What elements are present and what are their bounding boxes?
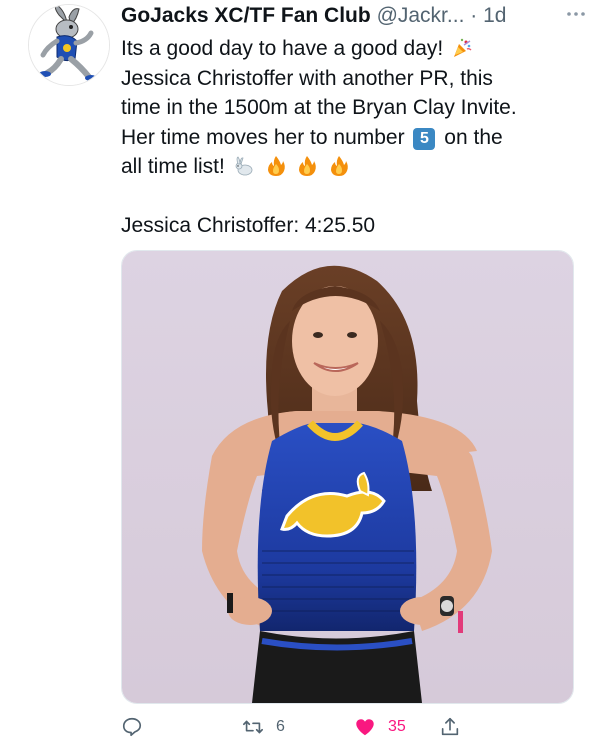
separator-dot: ·	[470, 4, 478, 27]
tweet-line-2: Jessica Christoffer with another PR, thi…	[121, 66, 493, 90]
tweet-text-segment: Its a good day to have a good day!	[121, 37, 444, 60]
keycap-number-emoji: 5	[413, 127, 436, 150]
user-handle[interactable]: @Jackr...	[377, 4, 465, 27]
tweet-line-result: Jessica Christoffer: 4:25.50	[121, 214, 376, 237]
share-button[interactable]	[439, 712, 473, 742]
tweet-line-4: Her time moves her to number 5 on the	[121, 123, 581, 153]
tweet-header: GoJacks XC/TF Fan Club @Jackr... · 1d	[121, 2, 591, 30]
tweet-text-segment: on the	[444, 125, 503, 149]
retweet-button[interactable]: 6	[242, 712, 285, 742]
avatar[interactable]	[28, 4, 110, 86]
tweet-line-3: time in the 1500m at the Bryan Clay Invi…	[121, 96, 517, 119]
reply-button[interactable]	[121, 712, 155, 742]
rabbit-emoji-icon	[233, 155, 255, 177]
party-popper-emoji-icon	[451, 37, 473, 59]
fire-emoji-icon	[328, 155, 350, 177]
fire-emoji-icon	[296, 155, 318, 177]
display-name[interactable]: GoJacks XC/TF Fan Club	[121, 4, 371, 27]
tweet-text-segment: Her time moves her to number	[121, 125, 405, 149]
heart-icon	[356, 719, 374, 736]
tweet-actions: 6 35	[121, 712, 581, 742]
retweet-icon	[243, 720, 263, 734]
jackrabbit-mascot-icon	[29, 5, 109, 85]
reply-icon	[122, 717, 142, 737]
retweet-count: 6	[276, 718, 285, 735]
tweet-line-1: Its a good day to have a good day!	[121, 34, 581, 64]
tweet-text-segment: all time list!	[121, 155, 225, 178]
athlete-photo-image	[122, 251, 573, 703]
like-count: 35	[388, 718, 406, 735]
like-button[interactable]: 35	[354, 712, 406, 742]
share-icon	[441, 717, 459, 736]
more-horizontal-icon[interactable]	[561, 2, 591, 26]
tweet-line-5: all time list!	[121, 152, 581, 182]
tweet-timestamp[interactable]: 1d	[483, 4, 506, 27]
fire-emoji-icon	[265, 155, 287, 177]
tweet-photo[interactable]	[121, 250, 574, 704]
tweet-text: Its a good day to have a good day! Jessi…	[121, 34, 581, 241]
